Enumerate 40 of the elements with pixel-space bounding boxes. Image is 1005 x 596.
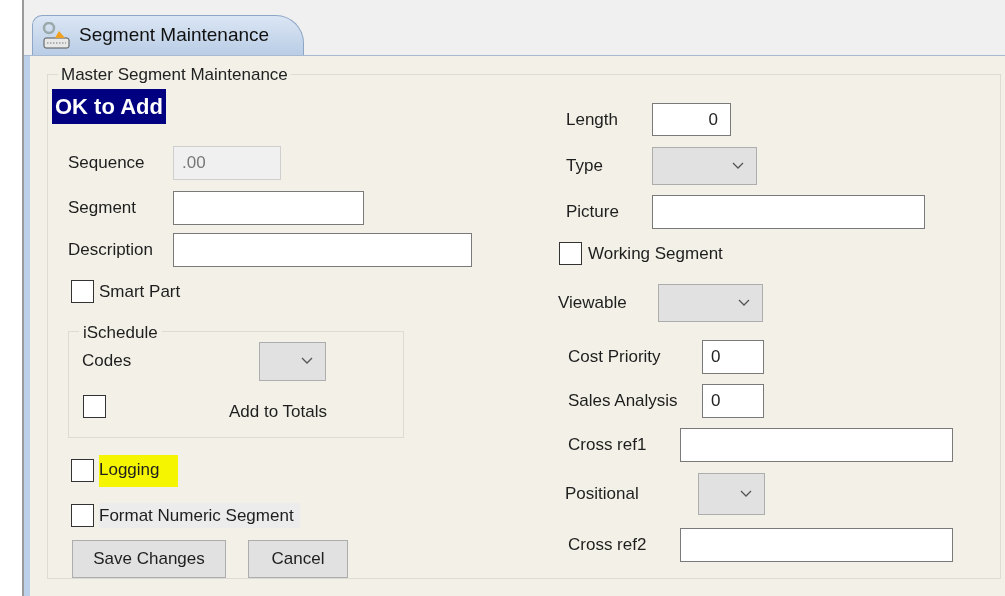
action-button[interactable]: Cancel (248, 540, 348, 578)
field-label: Description (68, 239, 155, 262)
field-label: Type (566, 155, 604, 178)
checkbox[interactable] (83, 394, 106, 418)
input-field[interactable] (173, 191, 364, 225)
input-field[interactable]: 0 (702, 339, 764, 374)
field-label: Length (566, 108, 619, 131)
chevron-down-icon (740, 489, 752, 498)
field-label: Codes (82, 350, 133, 373)
wrench-keyboard-icon (41, 21, 71, 50)
field-label: Cost Priority (568, 345, 662, 368)
input-field[interactable] (680, 427, 953, 462)
chevron-down-icon (738, 298, 750, 307)
checkbox-label: Smart Part (99, 281, 181, 303)
checkbox-label: Working Segment (588, 243, 723, 265)
input-field[interactable] (652, 195, 925, 229)
input-field[interactable]: 0 (702, 383, 764, 418)
checkbox[interactable] (559, 242, 582, 266)
field-label: Picture (566, 201, 620, 224)
status-label: OK to Add (52, 89, 166, 124)
action-button[interactable]: Save Changes (72, 540, 226, 578)
field-label: Sequence (68, 152, 146, 175)
chevron-down-icon (732, 162, 744, 170)
field-label: Viewable (558, 291, 628, 314)
chevron-down-icon (301, 357, 313, 365)
checkbox-label: Add to Totals (229, 400, 327, 423)
field-label: Segment (68, 197, 138, 220)
checkbox[interactable] (71, 503, 94, 527)
field-label: Sales Analysis (568, 389, 679, 412)
checkbox-label: Format Numeric Segment (99, 502, 300, 528)
field-label: Cross ref1 (568, 433, 648, 456)
input-field[interactable] (173, 233, 472, 267)
field-label: Cross ref2 (568, 533, 648, 556)
input-field[interactable]: 0 (652, 103, 731, 136)
tab[interactable]: Segment Maintenance (32, 15, 305, 55)
input-field[interactable] (680, 527, 953, 562)
checkbox[interactable] (71, 459, 94, 483)
checkbox[interactable] (71, 280, 94, 304)
checkbox-label: Logging (99, 455, 178, 487)
field-label: Positional (565, 482, 640, 505)
